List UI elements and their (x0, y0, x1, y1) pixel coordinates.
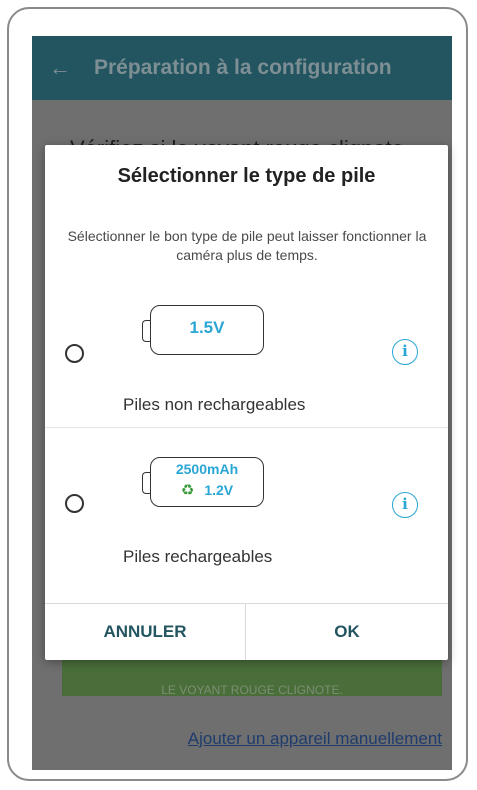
battery-capacity: 2500mAh (175, 461, 239, 477)
dialog-description: Sélectionner le bon type de pile peut la… (67, 228, 427, 263)
page-title: Préparation à la configuration (94, 56, 392, 79)
option-label: Piles rechargeables (123, 547, 273, 566)
battery-voltage: 1.5V (189, 318, 225, 337)
arrow-left-icon[interactable]: ← (40, 55, 80, 81)
option-non-rechargeable[interactable]: 1.5V i Piles non rechargeables (45, 305, 448, 445)
add-device-manually-link[interactable]: Ajouter un appareil manuellement (188, 729, 442, 749)
option-divider (45, 427, 448, 428)
red-light-blinking-button[interactable]: LE VOYANT ROUGE CLIGNOTE. (62, 654, 442, 696)
option-rechargeable[interactable]: 2500mAh ♻ 1.2V i Piles rechargeables (45, 457, 448, 597)
dialog-title: Sélectionner le type de pile (117, 165, 376, 187)
info-icon[interactable]: i (392, 339, 418, 365)
option-label: Piles non rechargeables (123, 395, 306, 414)
app-bar: ← Préparation à la configuration (32, 36, 452, 100)
info-icon[interactable]: i (392, 492, 418, 518)
battery-voltage: 1.2V (204, 482, 234, 498)
battery-type-dialog: Sélectionner le type de pile Sélectionne… (45, 145, 448, 660)
battery-nub (142, 320, 150, 342)
radio-non-rechargeable[interactable] (65, 344, 84, 363)
phone-frame: ← Préparation à la configuration Vérifie… (7, 7, 468, 781)
recycle-icon: ♻ (180, 482, 195, 499)
radio-rechargeable[interactable] (65, 494, 84, 513)
ok-button[interactable]: OK (246, 604, 448, 660)
battery-nub (142, 472, 150, 494)
battery-voltage-row: ♻ 1.2V (150, 481, 264, 499)
cancel-button[interactable]: ANNULER (45, 604, 245, 660)
